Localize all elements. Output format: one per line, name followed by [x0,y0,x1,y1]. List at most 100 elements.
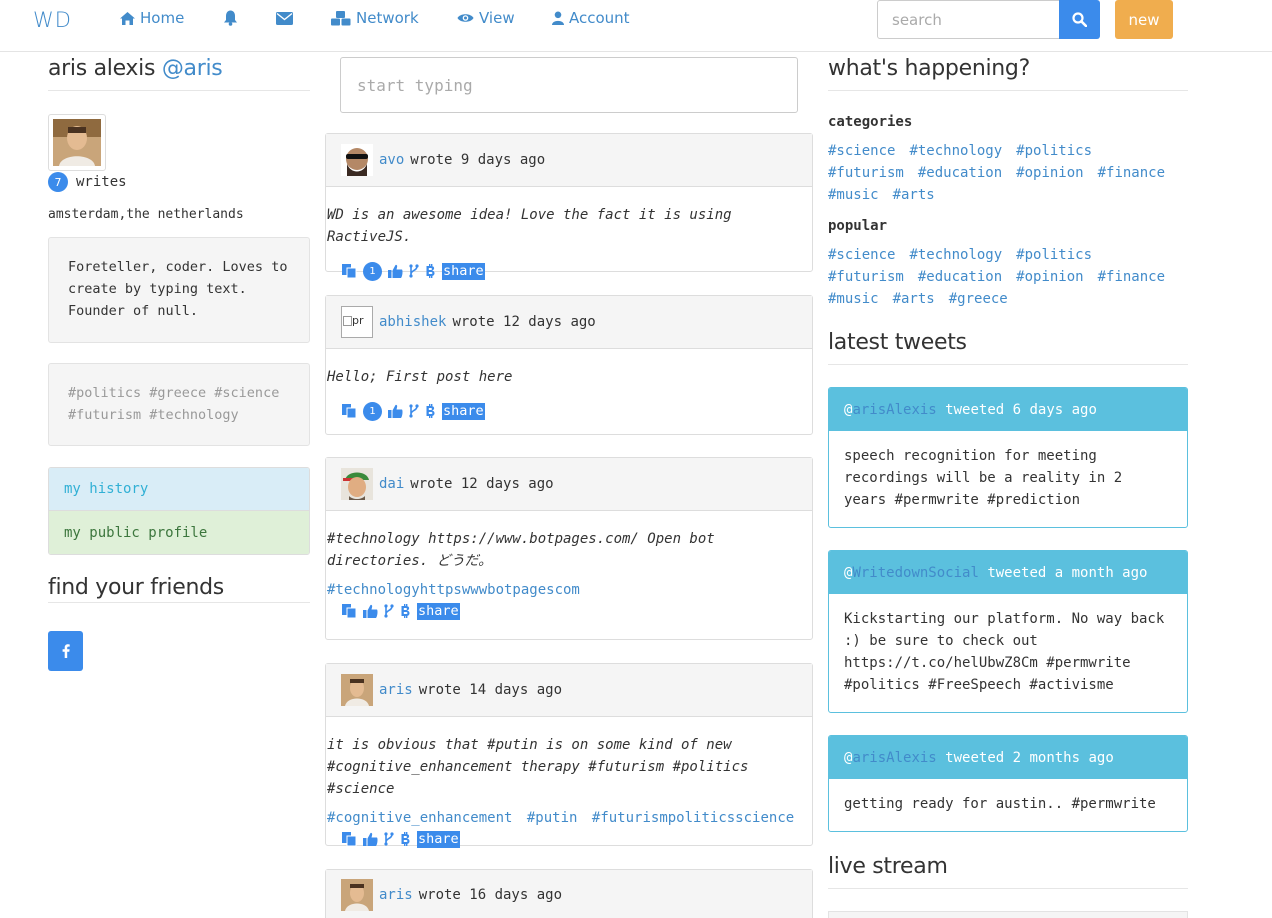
popular-tag[interactable]: #music [828,291,879,307]
post-tags: #cognitive_enhancement #putin #futurismp… [326,810,812,826]
tweet-meta: tweeted a month ago [987,564,1148,581]
bitcoin-icon[interactable] [425,264,436,278]
post-tag[interactable]: #futurismpoliticsscience [592,810,794,826]
post-avatar[interactable] [341,674,373,706]
category-tag[interactable]: #finance [1098,165,1165,181]
post-avatar[interactable] [341,468,373,500]
popular-tag[interactable]: #arts [893,291,935,307]
live-stream-panel [828,911,1188,918]
category-tag[interactable]: #science [828,143,895,159]
popular-tag[interactable]: #opinion [1016,269,1083,285]
fork-icon[interactable] [384,604,394,618]
profile-sidebar: aris alexis @aris 7 writes amsterdam,the… [48,56,310,671]
bitcoin-icon[interactable] [400,604,411,618]
category-tag[interactable]: #arts [893,187,935,203]
category-tag[interactable]: #futurism [828,165,904,181]
eye-icon [457,14,474,22]
thumbs-up-icon[interactable] [363,832,378,846]
category-tag[interactable]: #music [828,187,879,203]
post-text: it is obvious that #putin is on some kin… [327,737,749,797]
post-tag[interactable]: #technologyhttpswwwbotpagescom [327,582,580,598]
nav-network-label: Network [356,9,419,27]
notifications-button[interactable] [223,10,238,26]
post-avatar[interactable] [341,878,373,911]
avatar-alt-text: pr [352,314,364,327]
nav-view[interactable]: View [457,9,515,27]
bell-icon [224,10,237,26]
popular-tag[interactable]: #technology [909,247,1002,263]
nav-home[interactable]: Home [120,9,184,27]
tweet-meta: tweeted 6 days ago [945,401,1097,418]
popular-tag[interactable]: #politics [1016,247,1092,263]
post-card: avo wrote 9 days ago WD is an awesome id… [325,133,813,281]
nav-network[interactable]: Network [331,9,419,27]
search-input[interactable] [877,0,1060,39]
category-tag[interactable]: #education [918,165,1002,181]
new-post-button[interactable]: new [1115,0,1173,39]
share-button[interactable]: share [417,830,460,848]
post-author[interactable]: aris [379,682,413,698]
categories-list: #science #technology #politics #futurism #e… [828,140,1188,206]
nav-account-label: Account [569,9,630,27]
bitcoin-icon[interactable] [400,832,411,846]
compose-input[interactable] [340,57,798,113]
facebook-button[interactable] [48,631,83,671]
copy-icon[interactable] [341,603,357,619]
post-avatar[interactable] [341,144,373,176]
my-history-link[interactable]: my history [49,468,309,511]
comment-count-badge[interactable]: 1 [363,401,382,421]
logo[interactable]: WD [33,8,72,32]
tweet-user[interactable]: WritedownSocial [852,565,978,581]
popular-tag[interactable]: #science [828,247,895,263]
post-meta: wrote 12 days ago [410,476,554,492]
popular-tag[interactable]: #greece [949,291,1008,307]
search-button[interactable] [1059,0,1100,39]
copy-icon[interactable] [341,831,357,847]
profile-tags: #politics #greece #science #futurism #te… [48,363,310,446]
post-text: #technology https://www.botpages.com/ Op… [327,531,715,569]
post-meta: wrote 14 days ago [418,682,563,698]
popular-tag[interactable]: #education [918,269,1002,285]
tweet-user[interactable]: arisAlexis [852,402,936,418]
profile-handle[interactable]: @aris [162,56,223,81]
tweet-card: @ arisAlexis tweeted 2 months ago getting… [828,735,1188,832]
share-button[interactable]: share [417,602,460,620]
tweet-user[interactable]: arisAlexis [852,750,936,766]
fork-icon[interactable] [409,264,419,278]
popular-tag[interactable]: #futurism [828,269,904,285]
post-author[interactable]: avo [379,152,404,168]
popular-tag[interactable]: #finance [1098,269,1165,285]
share-button[interactable]: share [442,402,485,420]
tweet-header: @ arisAlexis tweeted 2 months ago [829,736,1187,779]
post-author[interactable]: dai [379,476,404,492]
right-sidebar: what's happening? categories #science #te… [828,56,1188,918]
thumbs-up-icon[interactable] [388,264,403,278]
post-author[interactable]: aris [379,887,413,903]
facebook-icon [62,644,70,658]
copy-icon[interactable] [341,403,357,419]
profile-name: aris alexis [48,56,156,81]
fork-icon[interactable] [384,832,394,846]
post-author[interactable]: abhishek [379,314,446,330]
profile-avatar[interactable] [48,114,106,171]
post-tag[interactable]: #cognitive_enhancement [327,810,512,826]
tweet-card: @ WritedownSocial tweeted a month ago Kic… [828,550,1188,713]
category-tag[interactable]: #technology [909,143,1002,159]
category-tag[interactable]: #opinion [1016,165,1083,181]
thumbs-up-icon[interactable] [363,604,378,618]
post-card: aris wrote 14 days ago it is obvious tha… [325,663,813,848]
copy-icon[interactable] [341,263,357,279]
nav-account[interactable]: Account [552,9,630,27]
post-avatar[interactable]: pr [341,306,373,338]
fork-icon[interactable] [409,404,419,418]
thumbs-up-icon[interactable] [388,404,403,418]
comment-count-badge[interactable]: 1 [363,261,382,281]
share-button[interactable]: share [442,262,485,280]
my-public-profile-link[interactable]: my public profile [49,511,309,554]
post-meta: wrote 12 days ago [452,314,596,330]
post-tag[interactable]: #putin [527,810,578,826]
messages-button[interactable] [276,12,293,25]
post-header: aris wrote 14 days ago [326,664,812,717]
category-tag[interactable]: #politics [1016,143,1092,159]
bitcoin-icon[interactable] [425,404,436,418]
